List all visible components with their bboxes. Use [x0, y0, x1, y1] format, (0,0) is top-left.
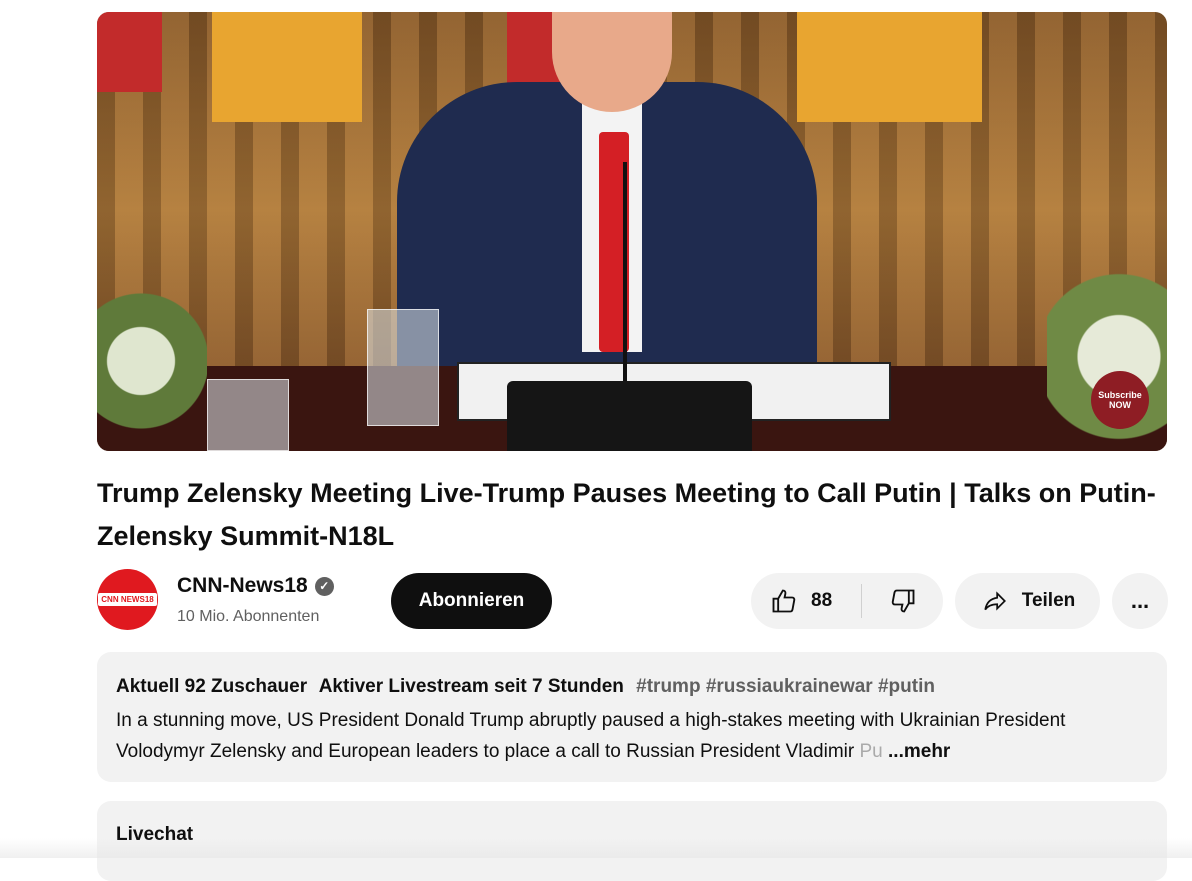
like-button[interactable]: 88	[751, 587, 861, 615]
video-title: Trump Zelensky Meeting Live-Trump Pauses…	[97, 478, 1156, 551]
microphone	[623, 162, 627, 392]
flag-yellow	[212, 12, 362, 122]
show-more-link[interactable]: ...mehr	[883, 741, 950, 762]
subscribe-now-badge[interactable]: Subscribe NOW	[1091, 371, 1149, 429]
channel-name[interactable]: CNN-News18 ✓	[177, 574, 334, 598]
share-button[interactable]: Teilen	[955, 573, 1100, 629]
thumbs-up-icon	[772, 589, 796, 613]
glass	[207, 379, 289, 451]
verified-check-icon: ✓	[314, 576, 334, 596]
description-text: In a stunning move, US President Donald …	[116, 705, 1156, 767]
thumbs-down-icon	[891, 589, 914, 613]
description-meta: Aktuell 92 Zuschauer Aktiver Livestream …	[116, 676, 942, 698]
live-status: Aktiver Livestream seit 7 Stunden	[318, 676, 624, 697]
like-dislike-group: 88	[751, 573, 943, 629]
more-actions-button[interactable]: ...	[1112, 573, 1168, 629]
glass	[367, 309, 439, 426]
subscriber-count: 10 Mio. Abonnenten	[177, 608, 320, 625]
hashtags[interactable]: #trump #russiaukrainewar #putin	[636, 676, 935, 697]
podium	[507, 381, 752, 451]
flowers-left	[97, 271, 207, 451]
share-arrow-icon	[984, 591, 1006, 611]
subscribe-button[interactable]: Abonnieren	[391, 573, 552, 629]
description-faded-text: Pu	[859, 741, 883, 762]
channel-name-text[interactable]: CNN-News18	[177, 574, 308, 598]
video-player[interactable]: Subscribe NOW	[97, 12, 1167, 451]
bottom-shadow	[0, 838, 1192, 858]
channel-avatar[interactable]: CNN NEWS18	[97, 569, 158, 630]
description-box[interactable]: Aktuell 92 Zuschauer Aktiver Livestream …	[97, 652, 1167, 782]
flag-yellow	[797, 12, 982, 122]
like-count: 88	[811, 590, 833, 611]
viewer-count: Aktuell 92 Zuschauer	[116, 676, 308, 697]
share-label: Teilen	[1021, 590, 1076, 611]
flag-red	[97, 12, 162, 92]
channel-logo: CNN NEWS18	[98, 593, 157, 606]
dislike-button[interactable]	[862, 587, 943, 615]
